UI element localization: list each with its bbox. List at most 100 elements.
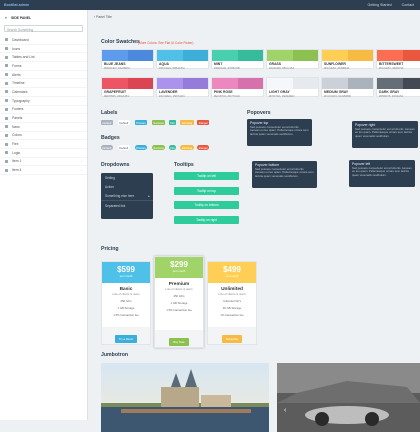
swatch-hex: #FFCE54, #F6BB42 — [322, 66, 373, 70]
swatch-hex: #48CFAD, #37BC9B — [212, 66, 263, 70]
tooltip-left-button[interactable]: Tooltip on left — [174, 172, 239, 180]
sidebar-item[interactable]: Typography — [0, 97, 87, 106]
dropdown-item-something-else[interactable]: Something else here ▸ — [101, 191, 153, 200]
swatch-colors — [102, 50, 153, 61]
swatch-color-secondary — [183, 78, 209, 89]
sidebar-item[interactable]: Calendars — [0, 88, 87, 97]
swatch-color-primary — [267, 50, 293, 61]
sidebar-item[interactable]: Tables and List — [0, 53, 87, 62]
plan-button[interactable]: Subscribe — [222, 335, 242, 343]
sidebar-item[interactable]: Footers — [0, 106, 87, 115]
badge: Success — [152, 145, 166, 150]
swatch-colors — [322, 50, 373, 61]
popover-right: Popover right Sed posuere consectetur es… — [352, 121, 418, 148]
sidebar-item[interactable]: Icons — [0, 45, 87, 54]
sidebar-search-input[interactable]: Search Something — [4, 25, 83, 32]
sidebar-item[interactable]: Login — [0, 149, 87, 158]
popover-body: Sed posuere consectetur est at lobortis.… — [255, 168, 314, 178]
jumbotron-image-castle — [101, 363, 269, 432]
top-link-getting-started[interactable]: Getting Started — [367, 3, 391, 7]
label: Success — [152, 120, 166, 125]
color-swatch: Grapefruit#ED5565, #DA4453 — [101, 77, 154, 97]
swatch-color-primary — [212, 50, 238, 61]
carousel-prev-icon[interactable]: ‹ — [284, 407, 286, 414]
dropdown-item-setting[interactable]: Setting — [101, 173, 153, 182]
label: Danger — [197, 120, 209, 125]
swatch-colors — [322, 78, 373, 89]
badge: Danger — [197, 145, 209, 150]
sidebar-item-label: Typography — [12, 99, 30, 103]
jumbotron-title: Jumbotron — [101, 352, 128, 358]
tooltip-right-button[interactable]: Tooltip on right — [174, 216, 239, 224]
swatch-color-primary — [322, 50, 348, 61]
labels-title: Labels — [101, 110, 117, 116]
sidebar-item[interactable]: Navs — [0, 123, 87, 132]
swatch-color-secondary — [238, 50, 264, 61]
sidebar-item[interactable]: Forms — [0, 62, 87, 71]
sidebar-item[interactable]: Flex — [0, 140, 87, 149]
popover-body: Sed posuere consectetur est at lobortis.… — [250, 126, 309, 136]
swatch-color-primary — [102, 50, 128, 61]
swatch-colors — [212, 78, 263, 89]
swatch-colors — [377, 78, 420, 89]
swatch-color-primary — [377, 78, 403, 89]
plan-button[interactable]: Try a Demo — [115, 335, 138, 343]
chevron-left-icon[interactable]: ‹ — [94, 15, 95, 19]
tooltip-bottom-button[interactable]: Tooltip on bottom — [174, 201, 239, 209]
swatch-colors — [157, 78, 208, 89]
sidebar-item[interactable]: Item 4› — [0, 166, 87, 175]
swatch-color-secondary — [293, 78, 319, 89]
swatch-color-secondary — [128, 50, 154, 61]
top-link-contact[interactable]: Contact — [402, 3, 414, 7]
color-swatch: Lavender#AC92EC, #967ADC — [156, 77, 209, 97]
color-swatch: Aqua#4FC1E9, #3BAFDA — [156, 49, 209, 69]
popover-left: Popover left Sed posuere consectetur est… — [349, 160, 415, 187]
pricing-plan: $599per monthBasicLots of clients & user… — [101, 261, 151, 345]
dropdown-item-separated[interactable]: Separated link — [101, 200, 153, 210]
menu-icon[interactable]: ≡ — [5, 16, 7, 20]
swatch-colors — [267, 78, 318, 89]
sidebar: ≡ SIDE PANEL Search Something DashboardI… — [0, 10, 88, 420]
tooltip-top-button[interactable]: Tooltip on top — [174, 187, 239, 195]
badge: Default — [118, 145, 130, 150]
swatch-hex: #F5F7FA, #E6E9ED — [267, 94, 318, 98]
label: Info — [169, 120, 177, 125]
swatch-color-secondary — [403, 50, 420, 61]
badge: Default — [101, 145, 113, 150]
plan-feature: 20 GB Storage — [208, 306, 256, 310]
color-swatch: Medium Gray#CCD1D9, #AAB2BD — [321, 77, 374, 97]
swatch-hex: #CCD1D9, #AAB2BD — [322, 94, 373, 98]
sidebar-item[interactable]: Colors — [0, 132, 87, 141]
swatch-hex: #FC6E51, #E9573F — [377, 66, 420, 70]
color-swatch: Pink Rose#EC87C0, #D770AD — [211, 77, 264, 97]
menu-item-icon — [5, 108, 8, 111]
sidebar-item-label: Dashboard — [12, 38, 29, 42]
sidebar-item[interactable]: Alerts — [0, 71, 87, 80]
menu-item-icon — [5, 169, 8, 172]
swatch-color-secondary — [183, 50, 209, 61]
color-swatch: Grass#A0D468, #8CC152 — [266, 49, 319, 69]
sidebar-item[interactable]: Timeline — [0, 79, 87, 88]
plan-footer: Subscribe — [208, 327, 256, 344]
plan-description: Lots of clients & users — [155, 287, 203, 291]
color-swatch: Bittersweet#FC6E51, #E9573F — [376, 49, 420, 69]
sidebar-item-label: Navs — [12, 125, 20, 129]
label: Default — [101, 120, 113, 125]
sidebar-item[interactable]: Panels — [0, 114, 87, 123]
sidebar-item[interactable]: Item 1› — [0, 158, 87, 167]
sidebar-item[interactable]: Dashboard — [0, 36, 87, 45]
plan-feature: 1.5% transaction fee — [155, 308, 203, 312]
swatches-more-link[interactable]: (More Colors: See Flat UI Color Picker) — [138, 41, 193, 45]
plan-header: $299per month — [155, 257, 203, 278]
menu-item-icon — [5, 117, 8, 120]
swatch-color-secondary — [348, 50, 374, 61]
menu-item-icon — [5, 99, 8, 102]
brand-logo[interactable]: Bootflat.admin — [4, 3, 29, 7]
chevron-right-icon: › — [81, 168, 82, 172]
plan-button[interactable]: Buy Now — [169, 338, 188, 346]
dropdown-item-action[interactable]: Action — [101, 182, 153, 191]
chevron-right-icon: › — [81, 159, 82, 163]
sidebar-item-label: Colors — [12, 133, 22, 137]
sidebar-menu: Dashboard IconsTables and ListFormsAlerts… — [0, 36, 87, 175]
plan-feature: 250 Gb's — [155, 294, 203, 298]
